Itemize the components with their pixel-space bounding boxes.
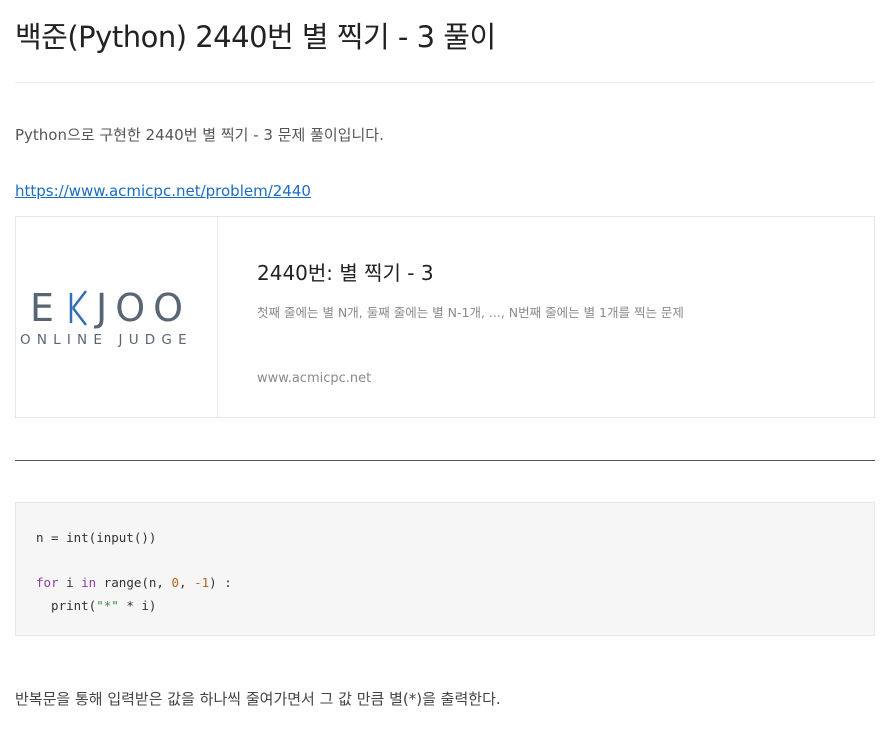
- svg-text:JOO: JOO: [94, 286, 191, 329]
- card-title[interactable]: 2440번: 별 찍기 - 3: [257, 257, 434, 286]
- card-thumbnail: E JOO ONLINE JUDGE: [16, 217, 218, 417]
- baekjoon-logo: E JOO: [30, 286, 191, 329]
- code-line-1: n = int(input()): [36, 530, 157, 545]
- number-zero: 0: [171, 575, 180, 590]
- code-content: n = int(input()) for i in range(n, 0, -1…: [36, 527, 232, 617]
- string-star: "*": [96, 597, 119, 613]
- code-block: n = int(input()) for i in range(n, 0, -1…: [15, 502, 875, 636]
- post-title: 백준(Python) 2440번 별 찍기 - 3 풀이: [15, 20, 496, 54]
- intro-text: Python으로 구현한 2440번 별 찍기 - 3 문제 풀이입니다.: [15, 126, 384, 144]
- keyword-for: for: [36, 575, 59, 590]
- link-preview-card[interactable]: E JOO ONLINE JUDGE 2440번: 별 찍기 - 3 첫째 줄에…: [15, 216, 875, 418]
- number-neg-one: -1: [194, 575, 210, 590]
- outro-text: 반복문을 통해 입력받은 값을 하나씩 줄여가면서 그 값 만큼 별(*)을 출…: [15, 690, 501, 708]
- loop-var: i: [58, 575, 82, 590]
- blog-post: 백준(Python) 2440번 별 찍기 - 3 풀이 Python으로 구현…: [0, 0, 891, 751]
- card-url: www.acmicpc.net: [257, 371, 372, 386]
- svg-text:E: E: [30, 286, 53, 329]
- problem-link[interactable]: https://www.acmicpc.net/problem/2440: [15, 182, 311, 200]
- card-description: 첫째 줄에는 별 N개, 둘째 줄에는 별 N-1개, ..., N번째 줄에는…: [257, 305, 684, 320]
- title-divider: [15, 82, 875, 83]
- logo-subtitle: ONLINE JUDGE: [20, 332, 193, 348]
- section-divider: [15, 460, 875, 461]
- range-call: range(n,: [96, 575, 172, 590]
- print-rest: * i): [118, 597, 157, 613]
- print-call: print(: [36, 597, 97, 613]
- range-comma: ,: [179, 575, 195, 590]
- keyword-in: in: [81, 575, 97, 590]
- range-close: ) :: [209, 575, 232, 590]
